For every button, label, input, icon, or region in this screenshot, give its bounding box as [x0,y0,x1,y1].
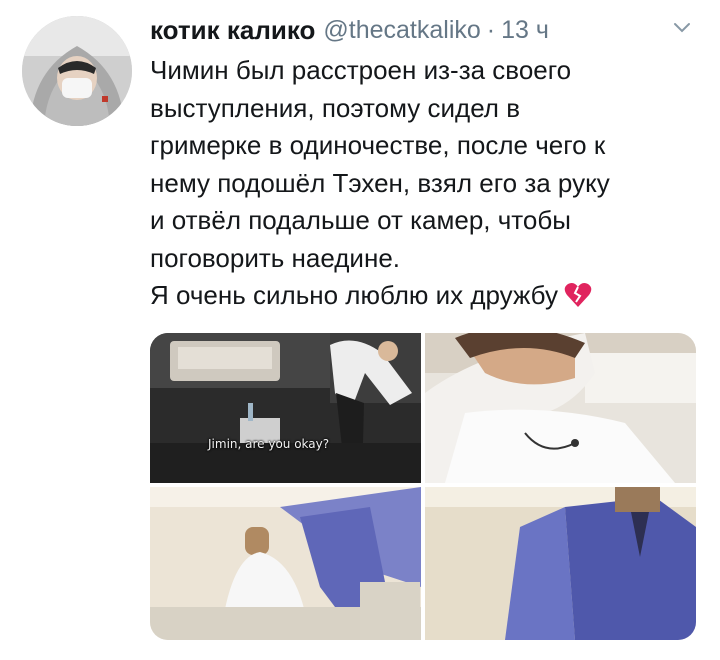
tweet-text: Чимин был расстроен из-за своего выступл… [150,52,700,319]
tweet-text-line: поговорить наедине. [150,242,400,273]
timestamp[interactable]: 13 ч [501,16,549,45]
tweet-text-line: нему подошёл Тэхен, взял его за руку [150,167,610,198]
broken-heart-icon [564,281,592,319]
author-handle[interactable]: @thecatkaliko [323,16,480,45]
media-image-2[interactable] [425,333,696,483]
media-image-4[interactable] [425,487,696,640]
author-name[interactable]: котик калико [150,15,315,46]
separator: · [486,15,496,44]
tweet-header: котик калико @thecatkaliko · 13 ч [150,10,549,50]
video-subtitle: Jimin, are you okay? [208,437,330,451]
tweet-text-last-line: Я очень сильно люблю их дружбу [150,277,700,319]
tweet-text-line: и отвёл подальше от камер, чтобы [150,205,571,235]
tweet-text-line: выступления, поэтому сидел в [150,92,521,123]
media-image-1[interactable]: Jimin, are you okay? [150,333,421,483]
tweet-text-line: Я очень сильно люблю их дружбу [150,280,558,310]
tweet-text-line: Чимин был расстроен из-за своего [150,55,572,85]
media-image-3[interactable] [150,487,421,640]
chevron-down-icon[interactable] [670,18,694,38]
media-grid: Jimin, are you okay? [150,333,696,640]
avatar[interactable] [22,16,132,126]
tweet-text-line: гримерке в одиночестве, после чего к [150,130,606,160]
